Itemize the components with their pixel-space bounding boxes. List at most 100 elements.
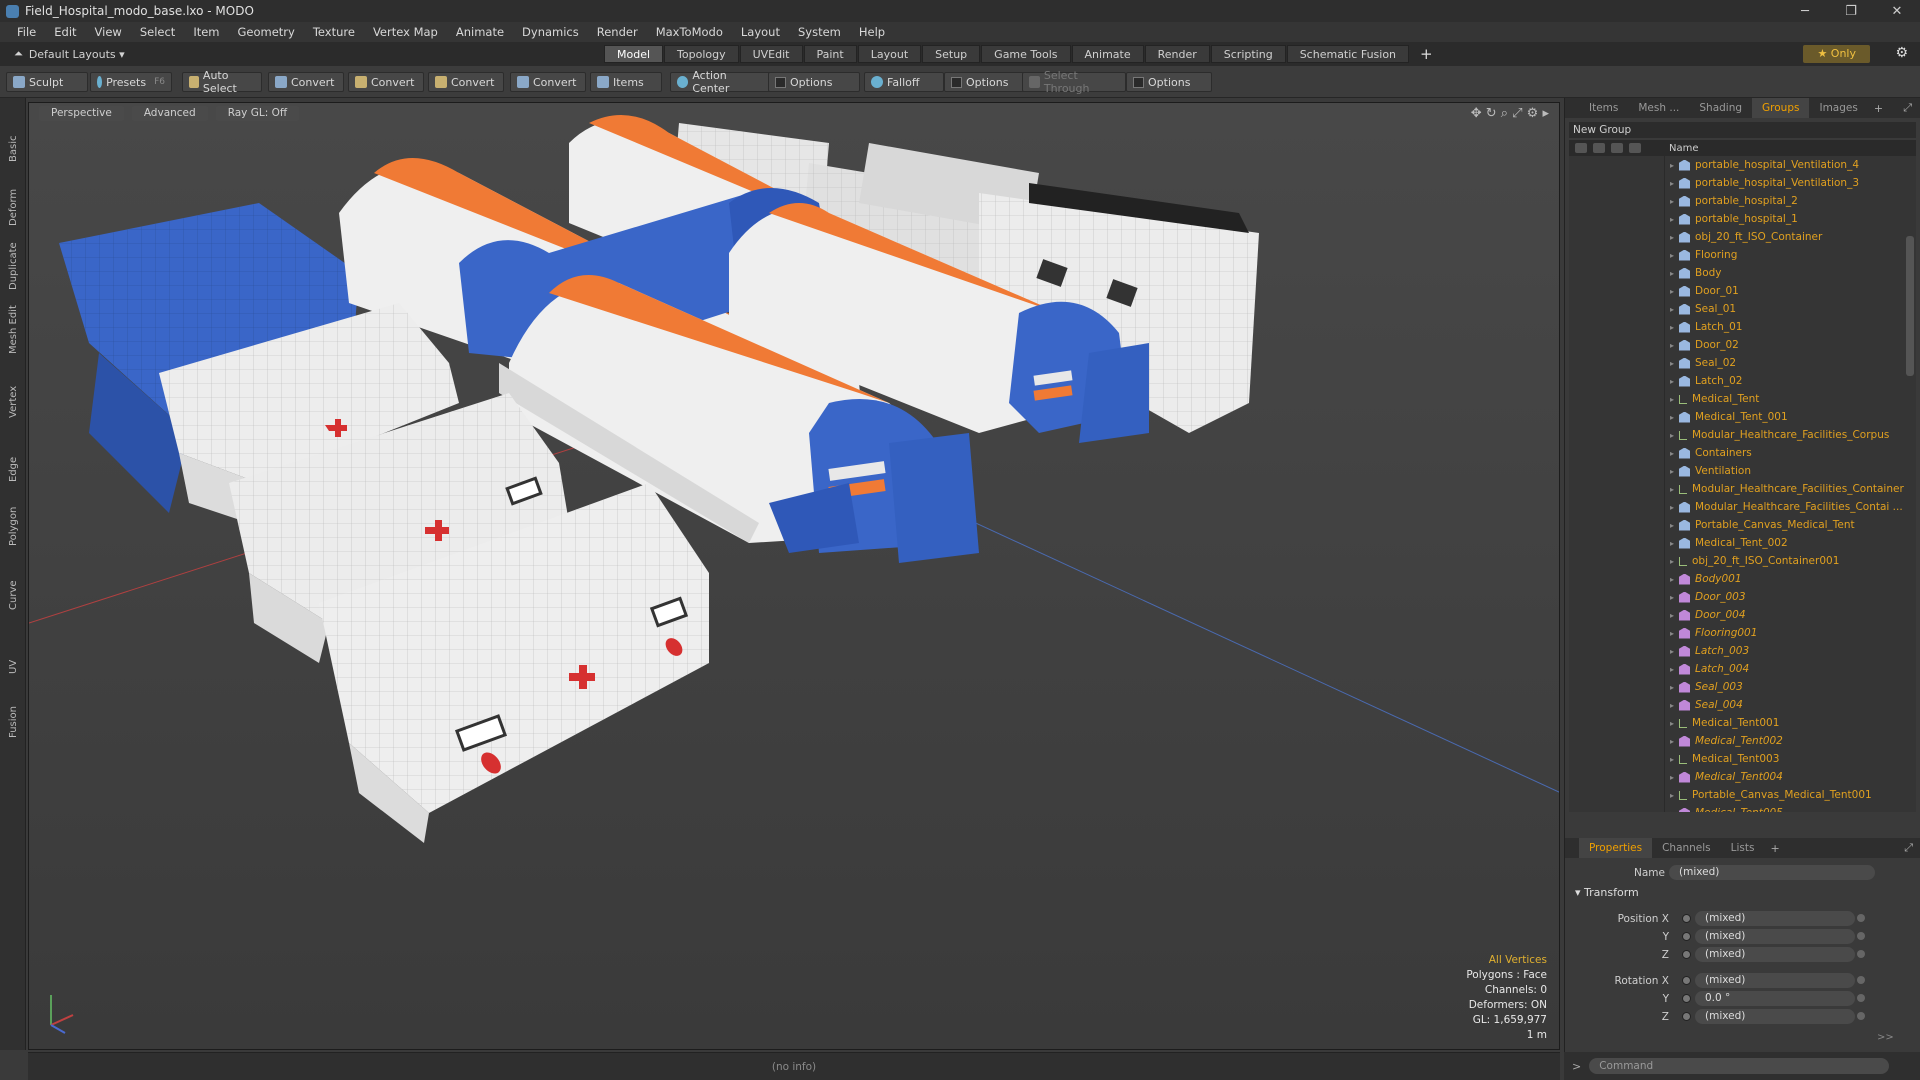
expand-arrow-icon[interactable]: ▸ bbox=[1665, 161, 1679, 170]
expand-arrow-icon[interactable]: ▸ bbox=[1665, 809, 1679, 813]
expand-arrow-icon[interactable]: ▸ bbox=[1665, 701, 1679, 710]
row-visibility-gutter[interactable] bbox=[1569, 750, 1665, 768]
shading-dropdown[interactable]: Advanced bbox=[131, 105, 208, 121]
tree-row[interactable]: ▸ Modular_Healthcare_Facilities_Contai ..… bbox=[1569, 498, 1916, 516]
select-column-icon[interactable] bbox=[1629, 143, 1641, 153]
row-visibility-gutter[interactable] bbox=[1569, 570, 1665, 588]
only-toggle[interactable]: ★ Only bbox=[1803, 45, 1870, 63]
tab-scripting[interactable]: Scripting bbox=[1210, 45, 1286, 63]
row-visibility-gutter[interactable] bbox=[1569, 786, 1665, 804]
select-through-button[interactable]: Select Through bbox=[1022, 69, 1126, 95]
tab-uvedit[interactable]: UVEdit bbox=[739, 45, 803, 63]
keyframe-dot[interactable] bbox=[1682, 950, 1691, 959]
tree-row[interactable]: ▸ portable_hospital_1 bbox=[1569, 210, 1916, 228]
expand-arrow-icon[interactable]: ▸ bbox=[1665, 557, 1679, 566]
tab-schematic-fusion[interactable]: Schematic Fusion bbox=[1286, 45, 1410, 63]
row-visibility-gutter[interactable] bbox=[1569, 228, 1665, 246]
tab-shading[interactable]: Shading bbox=[1689, 98, 1752, 118]
tab-mesh[interactable]: Mesh ... bbox=[1628, 98, 1689, 118]
lock-column-icon[interactable] bbox=[1611, 143, 1623, 153]
expand-arrow-icon[interactable]: ▸ bbox=[1665, 521, 1679, 530]
tab-curve[interactable]: Curve bbox=[8, 552, 19, 610]
tab-uv[interactable]: UV bbox=[8, 616, 19, 674]
tree-row[interactable]: ▸ Seal_02 bbox=[1569, 354, 1916, 372]
tab-groups[interactable]: Groups bbox=[1752, 98, 1810, 118]
row-visibility-gutter[interactable] bbox=[1569, 426, 1665, 444]
tree-row[interactable]: ▸ Medical_Tent003 bbox=[1569, 750, 1916, 768]
options-button[interactable]: Options bbox=[768, 72, 860, 92]
expand-arrow-icon[interactable]: ▸ bbox=[1665, 503, 1679, 512]
menu-vertex-map[interactable]: Vertex Map bbox=[364, 25, 447, 39]
row-visibility-gutter[interactable] bbox=[1569, 498, 1665, 516]
row-visibility-gutter[interactable] bbox=[1569, 282, 1665, 300]
tree-row[interactable]: ▸ portable_hospital_2 bbox=[1569, 192, 1916, 210]
tree-row[interactable]: ▸ Body bbox=[1569, 264, 1916, 282]
tree-row[interactable]: ▸ Latch_01 bbox=[1569, 318, 1916, 336]
visibility-column-icon[interactable] bbox=[1575, 143, 1587, 153]
tree-row[interactable]: ▸ Portable_Canvas_Medical_Tent001 bbox=[1569, 786, 1916, 804]
menu-system[interactable]: System bbox=[789, 25, 850, 39]
tree-row[interactable]: ▸ Seal_003 bbox=[1569, 678, 1916, 696]
expand-arrow-icon[interactable]: ▸ bbox=[1665, 755, 1679, 764]
tree-row[interactable]: ▸ Medical_Tent001 bbox=[1569, 714, 1916, 732]
row-visibility-gutter[interactable] bbox=[1569, 732, 1665, 750]
tab-edge[interactable]: Edge bbox=[8, 424, 19, 482]
expand-arrow-icon[interactable]: ▸ bbox=[1665, 539, 1679, 548]
keyframe-dot[interactable] bbox=[1682, 994, 1691, 1003]
minimize-button[interactable]: ─ bbox=[1782, 0, 1828, 22]
items-button[interactable]: Items bbox=[590, 72, 662, 92]
keyframe-dot[interactable] bbox=[1682, 932, 1691, 941]
tab-items[interactable]: Items bbox=[1579, 98, 1628, 118]
row-visibility-gutter[interactable] bbox=[1569, 660, 1665, 678]
tree-row[interactable]: ▸ Latch_02 bbox=[1569, 372, 1916, 390]
tree-row[interactable]: ▸ Portable_Canvas_Medical_Tent bbox=[1569, 516, 1916, 534]
row-visibility-gutter[interactable] bbox=[1569, 516, 1665, 534]
options-button[interactable]: Options bbox=[1126, 72, 1212, 92]
row-visibility-gutter[interactable] bbox=[1569, 300, 1665, 318]
viewport-nav-icons[interactable]: ✥ ↻ ⌕ ⤢ ⚙ ▸ bbox=[1471, 106, 1549, 121]
tree-row[interactable]: ▸ Door_003 bbox=[1569, 588, 1916, 606]
menu-geometry[interactable]: Geometry bbox=[229, 25, 304, 39]
falloff-button[interactable]: Falloff bbox=[864, 72, 944, 92]
tree-row[interactable]: ▸ obj_20_ft_ISO_Container001 bbox=[1569, 552, 1916, 570]
tab-duplicate[interactable]: Duplicate bbox=[8, 232, 19, 290]
row-visibility-gutter[interactable] bbox=[1569, 408, 1665, 426]
position-y-field[interactable]: (mixed) bbox=[1695, 929, 1855, 944]
convert-vertices-button[interactable]: Convert bbox=[268, 72, 344, 92]
row-visibility-gutter[interactable] bbox=[1569, 336, 1665, 354]
tree-row[interactable]: ▸ Latch_003 bbox=[1569, 642, 1916, 660]
view-mode-dropdown[interactable]: Perspective bbox=[39, 105, 124, 121]
expand-arrow-icon[interactable]: ▸ bbox=[1665, 251, 1679, 260]
menu-texture[interactable]: Texture bbox=[304, 25, 364, 39]
menu-layout[interactable]: Layout bbox=[732, 25, 789, 39]
envelope-dot[interactable] bbox=[1857, 914, 1865, 922]
tab-topology[interactable]: Topology bbox=[664, 45, 739, 63]
expand-arrow-icon[interactable]: ▸ bbox=[1665, 683, 1679, 692]
convert-edges-button[interactable]: Convert bbox=[348, 72, 424, 92]
tree-row[interactable]: ▸ Medical_Tent_002 bbox=[1569, 534, 1916, 552]
tab-mesh-edit[interactable]: Mesh Edit bbox=[8, 296, 19, 354]
tab-properties[interactable]: Properties bbox=[1579, 838, 1653, 858]
expand-arrow-icon[interactable]: ▸ bbox=[1665, 431, 1679, 440]
envelope-dot[interactable] bbox=[1857, 976, 1865, 984]
options-checkbox[interactable] bbox=[1133, 76, 1144, 88]
name-column-header[interactable]: Name bbox=[1669, 143, 1699, 154]
expand-arrow-icon[interactable]: ▸ bbox=[1665, 305, 1679, 314]
tree-row[interactable]: ▸ Medical_Tent002 bbox=[1569, 732, 1916, 750]
menu-edit[interactable]: Edit bbox=[45, 25, 85, 39]
expand-arrow-icon[interactable]: ▸ bbox=[1665, 719, 1679, 728]
name-field[interactable]: (mixed) bbox=[1669, 865, 1875, 880]
expand-arrow-icon[interactable]: ▸ bbox=[1665, 395, 1679, 404]
transform-section[interactable]: ▾ Transform bbox=[1565, 886, 1920, 904]
row-visibility-gutter[interactable] bbox=[1569, 174, 1665, 192]
tree-row[interactable]: ▸ Door_01 bbox=[1569, 282, 1916, 300]
tree-row[interactable]: ▸ Medical_Tent bbox=[1569, 390, 1916, 408]
row-visibility-gutter[interactable] bbox=[1569, 192, 1665, 210]
tab-paint[interactable]: Paint bbox=[803, 45, 857, 63]
tree-row[interactable]: ▸ Latch_004 bbox=[1569, 660, 1916, 678]
tree-row[interactable]: ▸ Modular_Healthcare_Facilities_Container bbox=[1569, 480, 1916, 498]
tab-images[interactable]: Images bbox=[1809, 98, 1867, 118]
expand-arrow-icon[interactable]: ▸ bbox=[1665, 611, 1679, 620]
row-visibility-gutter[interactable] bbox=[1569, 264, 1665, 282]
expand-arrow-icon[interactable]: ▸ bbox=[1665, 773, 1679, 782]
